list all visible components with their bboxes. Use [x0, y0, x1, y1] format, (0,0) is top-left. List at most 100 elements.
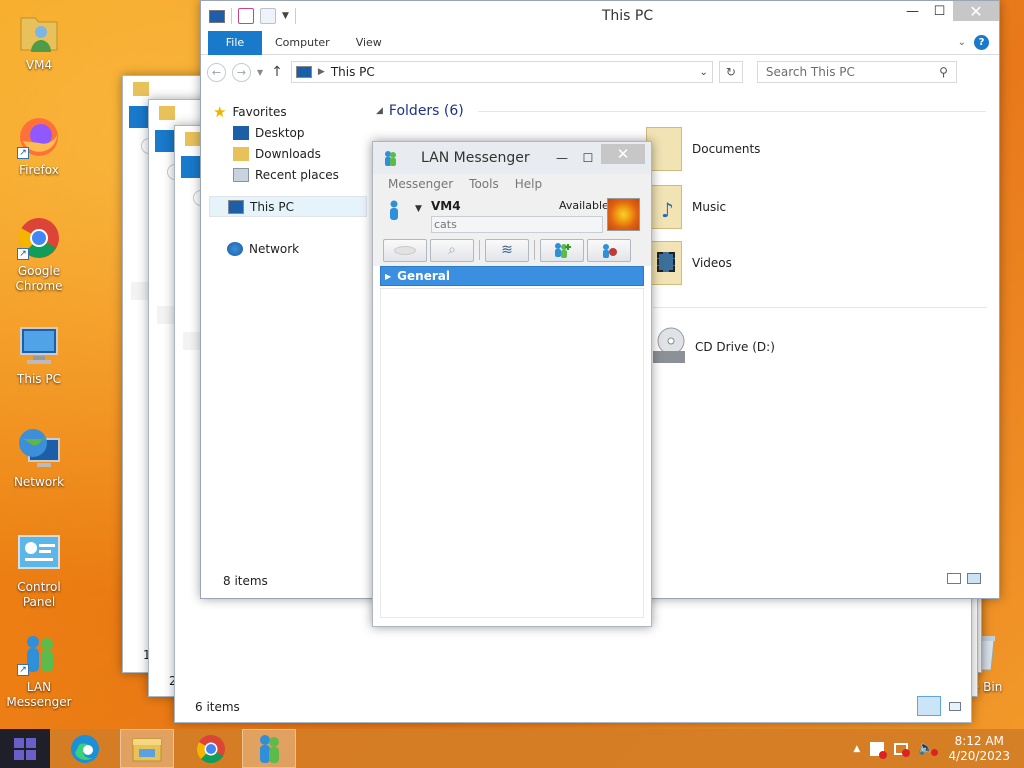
- large-icons-view-icon[interactable]: [967, 573, 981, 584]
- firefox-icon: ↗: [15, 113, 63, 161]
- desktop-icon-chrome[interactable]: ↗ Google Chrome: [0, 214, 78, 294]
- menu-bar: Messenger Tools Help: [373, 174, 651, 194]
- address-dropdown-icon[interactable]: ⌄: [700, 67, 708, 78]
- nav-item-network[interactable]: Network: [209, 238, 365, 259]
- broadcast-button[interactable]: ≋: [485, 238, 529, 262]
- help-icon[interactable]: ?: [974, 35, 989, 50]
- desktop-icon-control-panel[interactable]: Control Panel: [0, 530, 78, 610]
- expand-triangle-icon: ▶: [385, 271, 392, 281]
- computer-icon: [228, 199, 244, 214]
- status-person-icon[interactable]: [389, 200, 399, 220]
- title-bar: ▼ This PC — ☐ ✕: [201, 1, 999, 31]
- folder-label: Videos: [692, 256, 732, 270]
- folder-item-music[interactable]: ♪ Music: [646, 185, 726, 229]
- settings-button[interactable]: [587, 238, 631, 262]
- taskbar-lan-messenger[interactable]: [242, 729, 296, 768]
- tab-view[interactable]: View: [343, 31, 395, 55]
- large-icons-view-icon[interactable]: [945, 696, 965, 716]
- minimize-button[interactable]: —: [899, 1, 926, 21]
- maximize-button[interactable]: ☐: [926, 1, 953, 21]
- folder-item-documents[interactable]: Documents: [646, 127, 760, 171]
- avatar[interactable]: [607, 198, 640, 231]
- volume-muted-icon[interactable]: 🔈: [918, 741, 939, 756]
- chevron-down-icon[interactable]: ▼: [282, 11, 289, 21]
- search-input[interactable]: Search This PC ⚲: [756, 61, 957, 83]
- back-button[interactable]: ←: [207, 62, 226, 82]
- up-arrow-icon[interactable]: ↑: [269, 64, 285, 80]
- maximize-button[interactable]: ☐: [575, 151, 601, 165]
- search-placeholder: Search This PC: [765, 65, 855, 79]
- menu-help[interactable]: Help: [507, 177, 550, 191]
- computer-small-icon[interactable]: [209, 9, 225, 23]
- expand-ribbon-icon[interactable]: ⌄: [958, 37, 966, 48]
- refresh-button[interactable]: ↻: [718, 61, 743, 83]
- status-bar-text: 8 items: [223, 574, 268, 588]
- nav-item-desktop[interactable]: Desktop: [209, 122, 365, 143]
- desktop-icon-network[interactable]: Network: [0, 425, 78, 490]
- details-view-icon[interactable]: [917, 696, 941, 716]
- user-folder-icon: [15, 8, 63, 56]
- tab-file[interactable]: File: [208, 30, 262, 55]
- new-folder-icon[interactable]: [260, 8, 276, 24]
- group-label: General: [397, 269, 450, 283]
- action-center-flag-icon[interactable]: [870, 741, 888, 759]
- folders-group-header[interactable]: ◢ Folders (6): [376, 103, 986, 119]
- nav-item-this-pc[interactable]: This PC: [209, 196, 367, 217]
- nav-item-recent-places[interactable]: Recent places: [209, 164, 365, 185]
- taskbar-edge[interactable]: [58, 729, 112, 768]
- file-tab[interactable]: [129, 106, 149, 128]
- clock[interactable]: 8:12 AM 4/20/2023: [948, 734, 1010, 764]
- send-file-button[interactable]: ⌕: [430, 238, 474, 262]
- taskbar: ▲ 🔈 8:12 AM 4/20/2023: [0, 729, 1024, 768]
- desktop-icon-label: Firefox: [19, 163, 59, 177]
- network-status-icon[interactable]: [894, 742, 911, 757]
- forward-button[interactable]: →: [232, 62, 251, 82]
- nav-favorites[interactable]: ★ Favorites: [209, 101, 365, 122]
- address-bar[interactable]: ▶ This PC ⌄: [290, 61, 713, 83]
- desktop-icon-lan-messenger[interactable]: ↗ LAN Messenger: [0, 630, 78, 710]
- close-button[interactable]: ✕: [953, 1, 999, 21]
- folder-item-videos[interactable]: Videos: [646, 241, 732, 285]
- window-title: This PC: [601, 8, 654, 24]
- show-hidden-icons-icon[interactable]: ▲: [853, 744, 860, 754]
- navigation-pane: ★ Favorites Desktop Downloads Recent pla…: [209, 101, 367, 259]
- desktop-icon-firefox[interactable]: ↗ Firefox: [0, 113, 78, 178]
- desktop-icon-vm4[interactable]: VM4: [0, 8, 78, 73]
- close-button[interactable]: ✕: [601, 144, 645, 164]
- folder-label: Documents: [692, 142, 761, 156]
- file-explorer-icon: [132, 738, 162, 761]
- recent-locations-icon[interactable]: ▼: [257, 68, 263, 77]
- status-bar-text: 6 items: [195, 700, 240, 714]
- cd-drive-icon: [651, 325, 687, 369]
- details-view-icon[interactable]: [947, 573, 961, 584]
- add-contact-button[interactable]: [540, 238, 584, 262]
- clock-date: 4/20/2023: [948, 748, 1010, 763]
- messenger-toolbar: ⌕ ≋: [373, 234, 651, 266]
- lan-messenger-icon: [260, 734, 279, 763]
- user-note-input[interactable]: cats: [431, 216, 603, 233]
- minimize-button[interactable]: —: [549, 151, 575, 165]
- taskbar-chrome[interactable]: [184, 729, 238, 768]
- menu-tools[interactable]: Tools: [461, 177, 507, 191]
- title-bar: LAN Messenger — ☐ ✕: [373, 142, 651, 174]
- chat-button[interactable]: [383, 238, 427, 262]
- folder-icon: [159, 106, 175, 120]
- menu-messenger[interactable]: Messenger: [380, 177, 461, 191]
- desktop-icon-this-pc[interactable]: This PC: [0, 322, 78, 387]
- tab-computer[interactable]: Computer: [262, 31, 343, 55]
- start-button[interactable]: [0, 729, 50, 768]
- nav-item-downloads[interactable]: Downloads: [209, 143, 365, 164]
- desktop-icon: [233, 125, 249, 140]
- file-tab[interactable]: [181, 156, 201, 178]
- taskbar-file-explorer[interactable]: [120, 729, 174, 768]
- nav-label: Favorites: [232, 104, 287, 119]
- lan-messenger-window[interactable]: LAN Messenger — ☐ ✕ Messenger Tools Help…: [372, 141, 652, 627]
- properties-icon[interactable]: [238, 8, 254, 24]
- edge-icon: [71, 734, 99, 763]
- status-dropdown-icon[interactable]: ▼: [415, 204, 422, 214]
- user-status: Available: [559, 199, 609, 212]
- group-divider: [653, 307, 987, 308]
- contact-group-general[interactable]: ▶ General: [380, 266, 644, 286]
- file-tab[interactable]: [155, 130, 175, 152]
- drive-item-cd-drive[interactable]: CD Drive (D:): [651, 325, 775, 369]
